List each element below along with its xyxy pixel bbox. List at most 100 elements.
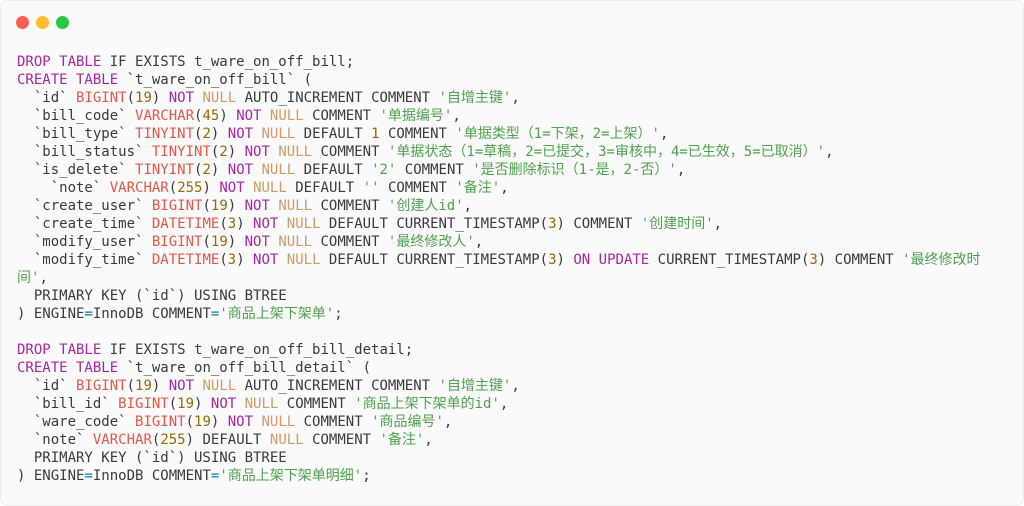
sql-text: ) (194, 396, 211, 412)
sql-text: DEFAULT CURRENT_TIMESTAMP( (320, 252, 549, 268)
sql-keyword: NOT (227, 162, 254, 178)
sql-text: ( (202, 198, 211, 214)
sql-text: , (39, 270, 48, 286)
sql-text: `id` (17, 90, 77, 106)
sql-text: ) (210, 126, 228, 142)
sql-string: '创建时间' (640, 216, 714, 232)
code-line: `create_user` BIGINT(19) NOT NULL COMMEN… (17, 197, 1007, 215)
sql-number: 3 (809, 252, 818, 268)
code-line: `bill_status` TINYINT(2) NOT NULL COMMEN… (17, 143, 1007, 161)
sql-keyword: DROP TABLE (17, 54, 102, 70)
sql-keyword: CREATE TABLE (17, 360, 119, 376)
code-line: `note` VARCHAR(255) DEFAULT NULL COMMENT… (17, 431, 1007, 449)
sql-type: BIGINT (135, 414, 186, 430)
sql-text: COMMENT (278, 396, 355, 412)
sql-text: `t_ware_on_off_bill_detail` ( (118, 360, 372, 376)
sql-null: NULL (202, 90, 237, 106)
sql-number: 45 (202, 108, 220, 124)
sql-text: ( (126, 90, 136, 106)
sql-text: `create_time` (17, 216, 152, 232)
sql-text: InnoDB COMMENT (92, 468, 211, 484)
sql-text: COMMENT (396, 162, 473, 178)
code-line: DROP TABLE IF EXISTS t_ware_on_off_bill; (17, 53, 1007, 71)
sql-text: , (499, 396, 509, 412)
sql-type: TINYINT (151, 144, 211, 160)
sql-number: 19 (135, 378, 152, 394)
sql-text: `id` (17, 378, 77, 394)
code-line: `modify_user` BIGINT(19) NOT NULL COMMEN… (17, 233, 1007, 251)
sql-string: '单据编号' (379, 108, 453, 124)
sql-type: BIGINT (151, 198, 203, 214)
code-line: `id` BIGINT(19) NOT NULL AUTO_INCREMENT … (17, 377, 1007, 395)
sql-text: , (659, 126, 669, 142)
sql-text: AUTO_INCREMENT COMMENT (236, 378, 439, 394)
sql-null: NULL (202, 378, 237, 394)
sql-text: ) (219, 108, 237, 124)
sql-text: ( (202, 234, 211, 250)
sql-text: , (474, 234, 484, 250)
code-line: DROP TABLE IF EXISTS t_ware_on_off_bill_… (17, 341, 1007, 359)
sql-keyword: NOT (210, 396, 237, 412)
code-line: ​ (17, 323, 1007, 341)
code-line: CREATE TABLE `t_ware_on_off_bill` ( (17, 71, 1007, 89)
sql-keyword: NOT (236, 108, 262, 124)
sql-string: '商品上架下架单' (219, 306, 335, 322)
code-line: `create_time` DATETIME(3) NOT NULL DEFAU… (17, 215, 1007, 233)
minimize-button[interactable] (36, 16, 49, 29)
sql-text: , (452, 108, 461, 124)
sql-type: TINYINT (135, 162, 195, 178)
sql-text: `create_user` (17, 198, 152, 214)
sql-text: IF EXISTS t_ware_on_off_bill_detail; (101, 342, 414, 358)
sql-text: ) ENGINE (17, 306, 85, 322)
code-block: DROP TABLE IF EXISTS t_ware_on_off_bill;… (17, 53, 1007, 485)
code-line: ) ENGINE=InnoDB COMMENT='商品上架下架单明细'; (17, 467, 1007, 485)
maximize-button[interactable] (56, 16, 69, 29)
sql-number: 2 (202, 126, 211, 142)
sql-number: 19 (135, 90, 152, 106)
sql-type: DATETIME (151, 216, 220, 232)
sql-text: `modify_user` (17, 234, 152, 250)
sql-text: ) (556, 252, 574, 268)
sql-string: '创建人id' (387, 198, 464, 214)
sql-keyword: DROP TABLE (17, 342, 102, 358)
sql-number: 3 (548, 252, 557, 268)
sql-number: 19 (210, 234, 228, 250)
sql-type: VARCHAR (135, 108, 195, 124)
sql-string: '是否删除标识（1-是，2-否）' (472, 162, 677, 178)
close-button[interactable] (16, 16, 29, 29)
code-line: `ware_code` BIGINT(19) NOT NULL COMMENT … (17, 413, 1007, 431)
code-line: `modify_time` DATETIME(3) NOT NULL DEFAU… (17, 251, 1007, 287)
sql-number: 255 (177, 180, 203, 196)
sql-number: 1 (371, 126, 380, 142)
sql-string: '单据类型（1=下架，2=上架）' (455, 126, 660, 142)
code-line: `note` VARCHAR(255) NOT NULL DEFAULT '' … (17, 179, 1007, 197)
sql-type: BIGINT (76, 90, 127, 106)
sql-text: COMMENT (312, 144, 388, 160)
code-line: CREATE TABLE `t_ware_on_off_bill_detail`… (17, 359, 1007, 377)
code-line: PRIMARY KEY (`id`) USING BTREE (17, 287, 1007, 305)
sql-text: ) (151, 90, 169, 106)
sql-type: VARCHAR (109, 180, 169, 196)
sql-text: IF EXISTS t_ware_on_off_bill; (101, 54, 355, 70)
sql-text: PRIMARY KEY (`id`) USING BTREE (17, 288, 287, 304)
sql-operator: = (84, 468, 93, 484)
sql-text: `ware_code` (17, 414, 136, 430)
sql-text: CURRENT_TIMESTAMP( (649, 252, 810, 268)
sql-operator: = (84, 306, 93, 322)
sql-text: `t_ware_on_off_bill` ( (118, 72, 313, 88)
sql-text: , (511, 90, 520, 106)
sql-number: 2 (219, 144, 228, 160)
sql-keyword: NOT (168, 378, 195, 394)
sql-text: ) (227, 234, 245, 250)
sql-type: TINYINT (135, 126, 195, 142)
sql-text: AUTO_INCREMENT COMMENT (236, 90, 439, 106)
sql-text: ) (210, 162, 228, 178)
sql-text: , (463, 198, 473, 214)
sql-text: DEFAULT (295, 126, 372, 142)
sql-text: InnoDB COMMENT (92, 306, 211, 322)
sql-null: NULL (269, 432, 304, 448)
